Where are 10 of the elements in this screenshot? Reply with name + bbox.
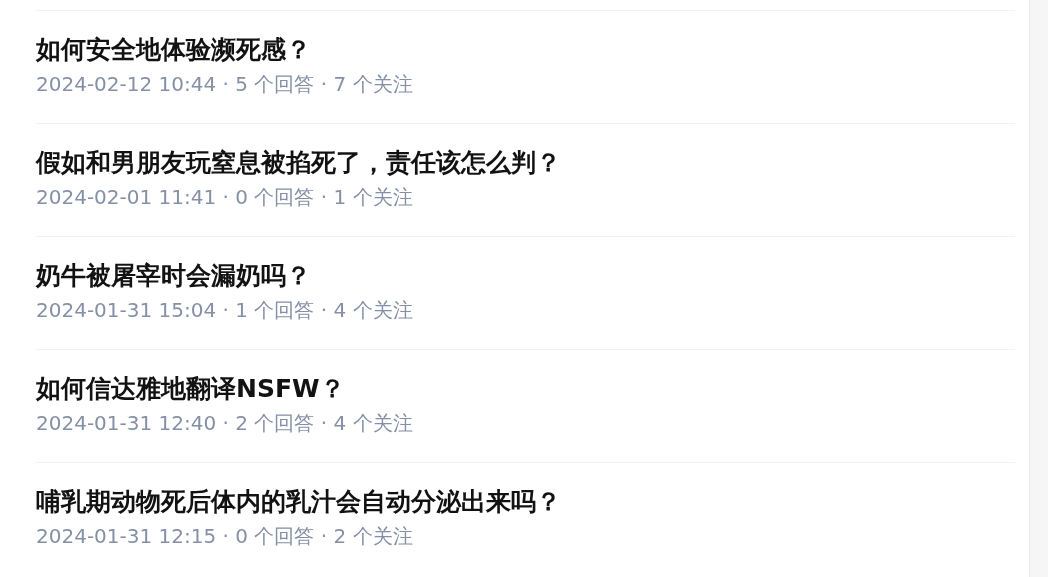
question-title-link[interactable]: 如何信达雅地翻译NSFW？ <box>36 374 345 404</box>
question-meta: 2024-02-12 10:44 · 5 个回答 · 7 个关注 <box>36 71 413 97</box>
question-meta: 2024-01-31 12:40 · 2 个回答 · 4 个关注 <box>36 410 413 436</box>
question-meta: 2024-02-01 11:41 · 0 个回答 · 1 个关注 <box>36 184 413 210</box>
question-title-link[interactable]: 奶牛被屠宰时会漏奶吗？ <box>36 261 311 291</box>
question-meta: 2024-01-31 15:04 · 1 个回答 · 4 个关注 <box>36 297 413 323</box>
question-title-link[interactable]: 假如和男朋友玩窒息被掐死了，责任该怎么判？ <box>36 148 561 178</box>
question-title-link[interactable]: 如何安全地体验濒死感？ <box>36 35 311 65</box>
question-meta: 2024-01-31 12:15 · 0 个回答 · 2 个关注 <box>36 523 413 549</box>
question-title-link[interactable]: 哺乳期动物死后体内的乳汁会自动分泌出来吗？ <box>36 487 561 517</box>
